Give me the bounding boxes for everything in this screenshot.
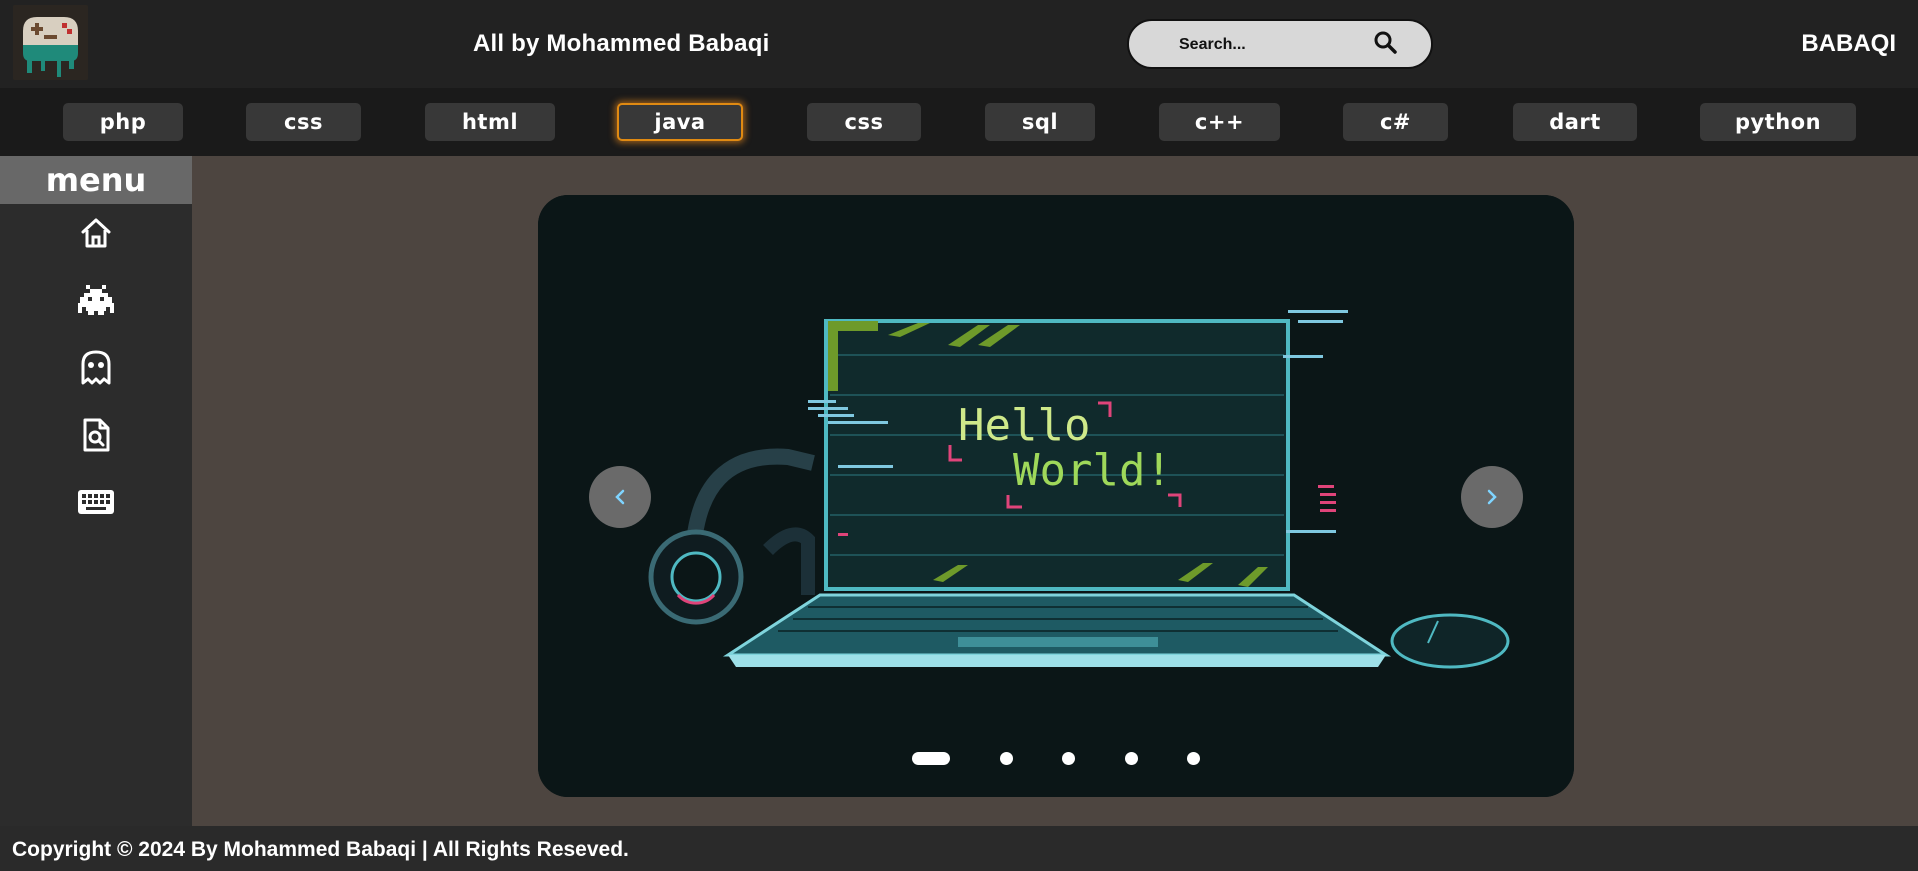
tab-python[interactable]: python	[1700, 103, 1856, 141]
image-slider: Hello World!	[538, 195, 1574, 797]
site-title: All by Mohammed Babaqi	[473, 30, 770, 57]
tab-sql[interactable]: sql	[985, 103, 1095, 141]
slider-pagination	[538, 747, 1574, 767]
brand-name[interactable]: BABAQI	[1801, 30, 1896, 58]
slider-dot-3[interactable]	[1062, 752, 1075, 765]
tab-css[interactable]: css	[246, 103, 361, 141]
sidebar-menu: menu	[0, 156, 192, 826]
slider-dot-5[interactable]	[1187, 752, 1200, 765]
file-search-icon	[83, 418, 110, 452]
site-logo[interactable]	[13, 5, 88, 80]
sidebar-item-ghost[interactable]	[76, 347, 116, 387]
sidebar-item-search-docs[interactable]	[76, 415, 116, 455]
language-tabs-bar: php css html java css sql c++ c# dart py…	[0, 88, 1918, 156]
tab-php[interactable]: php	[63, 103, 183, 141]
ghost-icon	[81, 350, 111, 385]
sidebar-item-games[interactable]	[76, 280, 116, 320]
gamepad-logo-icon	[13, 5, 88, 80]
search-icon	[1374, 31, 1397, 54]
tab-csharp[interactable]: c#	[1343, 103, 1448, 141]
search-box	[1127, 19, 1433, 69]
slider-dot-1[interactable]	[912, 752, 950, 765]
space-invader-icon	[78, 285, 114, 315]
tab-cpp[interactable]: c++	[1159, 103, 1280, 141]
home-icon	[81, 218, 111, 248]
page-footer: Copyright © 2024 By Mohammed Babaqi | Al…	[0, 826, 1918, 871]
tab-java[interactable]: java	[617, 103, 743, 141]
tab-html[interactable]: html	[425, 103, 555, 141]
slider-dot-2[interactable]	[1000, 752, 1013, 765]
menu-title: menu	[0, 156, 192, 204]
copyright-text: Copyright © 2024 By Mohammed Babaqi | Al…	[12, 838, 629, 861]
slide-world-text: World!	[1013, 445, 1172, 496]
slider-next-button[interactable]	[1461, 466, 1523, 528]
sidebar-item-home[interactable]	[76, 213, 116, 253]
slide-hello-text: Hello	[958, 400, 1090, 451]
slider-prev-button[interactable]	[589, 466, 651, 528]
chevron-right-icon	[1487, 489, 1497, 505]
chevron-left-icon	[615, 489, 625, 505]
hello-world-laptop-image: Hello World!	[538, 195, 1574, 797]
slider-dot-4[interactable]	[1125, 752, 1138, 765]
search-input[interactable]	[1177, 32, 1381, 58]
top-header: All by Mohammed Babaqi BABAQI	[0, 0, 1918, 88]
keyboard-icon	[78, 490, 114, 514]
tab-css-2[interactable]: css	[807, 103, 921, 141]
tab-dart[interactable]: dart	[1513, 103, 1637, 141]
sidebar-item-keyboard[interactable]	[76, 482, 116, 522]
search-button[interactable]	[1373, 30, 1403, 60]
